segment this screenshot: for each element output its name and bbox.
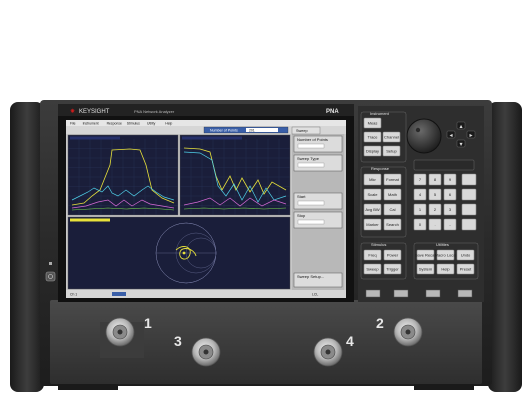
softkey-label: Number of Points: [297, 137, 328, 142]
status-lcl: LCL: [312, 292, 318, 296]
usb-port[interactable]: [393, 289, 409, 298]
unit-key[interactable]: [461, 173, 477, 186]
status-channel: Ch 1: [70, 292, 77, 296]
port-number-2: 2: [376, 315, 384, 331]
softkey-label: Stop: [297, 213, 306, 218]
response-key-label: Scale: [367, 192, 378, 197]
test-port-1[interactable]: [100, 317, 144, 358]
utilities-group-label: Utilities: [436, 242, 449, 247]
test-port-2[interactable]: [393, 317, 423, 347]
usb-port[interactable]: [457, 289, 473, 298]
menu-item[interactable]: Stimulus: [127, 122, 140, 126]
softkey-value-box: [297, 219, 325, 225]
brand-name: KEYSIGHT: [79, 109, 110, 115]
port-number-3: 3: [174, 333, 182, 349]
softkey-value-box: [297, 143, 325, 149]
instrument-key-label: Setup: [386, 148, 397, 153]
menu-item[interactable]: File: [70, 122, 76, 126]
instrument-key-label: Trace: [367, 134, 378, 139]
unit-key[interactable]: [461, 203, 477, 216]
smith-marker: [182, 251, 186, 255]
test-port-4[interactable]: [313, 337, 343, 367]
unit-key[interactable]: [461, 188, 477, 201]
test-port-3[interactable]: [191, 337, 221, 367]
softkey-label: Start: [297, 194, 306, 199]
sweep-tab-label: Sweep: [296, 129, 308, 133]
menu-item[interactable]: Help: [165, 122, 172, 126]
instrument-group-label: Instrument: [370, 111, 390, 116]
rotary-knob[interactable]: [406, 118, 442, 154]
model-badge: PNA: [326, 109, 339, 115]
utilities-key-label: System: [419, 266, 433, 271]
response-group-label: Response: [371, 166, 390, 171]
power-button[interactable]: [45, 271, 56, 282]
foot-left: [58, 384, 118, 390]
stimulus-key-label: Trigger: [386, 266, 399, 271]
response-key-label: Avg BW: [365, 207, 380, 212]
softkey-label: Sweep Type: [297, 156, 320, 161]
unit-key[interactable]: [461, 218, 477, 231]
window-title: PNA Network Analyzer: [134, 109, 175, 114]
menu-item[interactable]: Utility: [147, 122, 156, 126]
screen-status-bar: [66, 290, 346, 298]
softkey-value-box: [297, 162, 325, 168]
instrument-key-label: Meas: [368, 120, 378, 125]
response-key-label: Math: [388, 192, 397, 197]
softkey-label: Sweep Setup...: [297, 274, 324, 279]
left-handle: [10, 102, 44, 392]
stimulus-key-label: Freq: [368, 252, 376, 257]
knob-dimple: [415, 127, 421, 133]
menu-item[interactable]: Instrument: [83, 122, 99, 126]
power-led: [49, 262, 52, 265]
response-key-label: Search: [386, 222, 399, 227]
brand-logo: ✷: [70, 108, 75, 115]
stimulus-key-label: Power: [387, 252, 399, 257]
foot-right: [414, 384, 474, 390]
port-number-1: 1: [144, 315, 152, 331]
display-screen: File Instrument Response Stimulus Utility Hel…: [66, 120, 346, 298]
entry-label: Number of Points: [210, 129, 238, 133]
entry-value: 201: [249, 128, 255, 132]
utilities-key-label: Undo: [461, 252, 471, 257]
menu-item[interactable]: Response: [107, 122, 122, 126]
response-key-label: Cal: [389, 207, 395, 212]
response-key-label: Mkr: [369, 177, 376, 182]
response-key-label: Format: [386, 177, 400, 182]
instrument-key-label: Display: [366, 148, 379, 153]
utilities-key-label: Save Recall: [415, 252, 436, 257]
entry-keys-row[interactable]: [413, 159, 475, 171]
instrument-key-label: Channel: [384, 134, 399, 139]
response-key-label: Marker: [366, 222, 379, 227]
port-number-4: 4: [346, 333, 354, 349]
preset-key-label: Preset: [460, 266, 472, 271]
utilities-key-label: Macro Local: [435, 252, 457, 257]
numeric-key-label: .: [434, 222, 435, 227]
softkey-value-box: [297, 200, 325, 206]
usb-port[interactable]: [365, 289, 381, 298]
network-analyzer-photo: ✷ KEYSIGHT PNA Network Analyzer PNA File…: [10, 100, 522, 392]
usb-port[interactable]: [425, 289, 441, 298]
stimulus-group-label: Stimulus: [371, 242, 386, 247]
utilities-key-label: Help: [441, 266, 450, 271]
right-handle: [488, 102, 522, 392]
stimulus-key-label: Sweep: [366, 266, 379, 271]
